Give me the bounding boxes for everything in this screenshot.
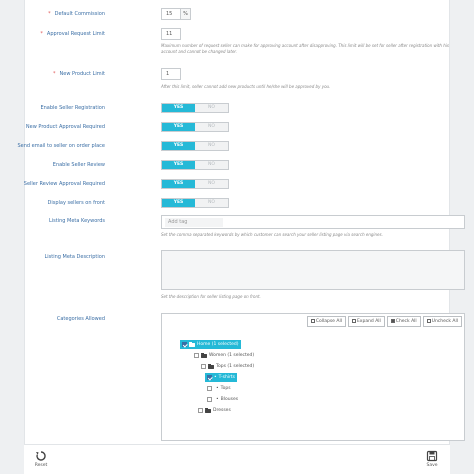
- checkbox-icon[interactable]: [198, 408, 203, 413]
- seller-review-approval-toggle[interactable]: YES NO: [161, 179, 229, 189]
- toggle-yes[interactable]: YES: [162, 123, 195, 131]
- reset-icon: [36, 451, 46, 461]
- collapse-all-button[interactable]: Collapse All: [306, 316, 346, 327]
- listing-meta-keywords-label: Listing Meta Keywords: [48, 218, 105, 224]
- new-product-approval-toggle[interactable]: YES NO: [161, 122, 229, 132]
- tree-node-women[interactable]: Women (1 selected): [194, 351, 254, 360]
- toggle-no[interactable]: NO: [195, 142, 228, 150]
- save-button[interactable]: Save: [421, 449, 443, 473]
- toggle-yes[interactable]: YES: [162, 199, 195, 207]
- send-email-label: Send email to seller on order place: [17, 143, 105, 149]
- listing-meta-description-textarea[interactable]: [161, 250, 465, 290]
- default-commission-input[interactable]: 15: [161, 8, 181, 20]
- folder-open-icon: [208, 363, 214, 369]
- checkbox-icon[interactable]: [207, 375, 212, 380]
- send-email-toggle[interactable]: YES NO: [161, 141, 229, 151]
- enable-seller-review-toggle[interactable]: YES NO: [161, 160, 229, 170]
- toggle-no[interactable]: NO: [195, 180, 228, 188]
- checkbox-empty-icon: [426, 318, 431, 323]
- add-tag-input[interactable]: Add tag: [165, 218, 223, 227]
- new-product-limit-input[interactable]: 1: [161, 68, 181, 80]
- percent-addon: %: [180, 8, 191, 20]
- seller-review-approval-label: Seller Review Approval Required: [23, 181, 105, 187]
- tree-node-tshirts[interactable]: • T-shirts: [205, 373, 238, 382]
- folder-open-icon: [201, 352, 207, 358]
- bullet-icon: •: [216, 397, 219, 402]
- listing-meta-description-label: Listing Meta Description: [44, 254, 105, 260]
- tree-node-blouses[interactable]: • Blouses: [207, 395, 238, 404]
- save-icon: [426, 450, 438, 462]
- check-all-button[interactable]: Check All: [386, 316, 421, 327]
- reset-button[interactable]: Reset: [30, 449, 52, 473]
- tree-node-home[interactable]: Home (1 selected): [180, 340, 241, 349]
- approval-request-limit-help: Maximum number of request seller can mak…: [161, 43, 449, 54]
- tree-node-dresses[interactable]: Dresses: [198, 406, 231, 415]
- settings-panel: * Default Commission 15 % * Approval Reque…: [17, 0, 465, 474]
- categories-allowed-label: Categories Allowed: [56, 316, 105, 322]
- toggle-no[interactable]: NO: [195, 104, 228, 112]
- toggle-yes[interactable]: YES: [162, 104, 195, 112]
- checkbox-icon[interactable]: [207, 397, 212, 402]
- toggle-no[interactable]: NO: [195, 123, 228, 131]
- expand-icon: [351, 318, 356, 323]
- listing-meta-description-help: Set the description for seller listing p…: [161, 294, 261, 299]
- uncheck-all-button[interactable]: Uncheck All: [422, 316, 462, 327]
- new-product-approval-label: New Product Approval Required: [25, 124, 105, 130]
- listing-meta-keywords-input[interactable]: Add tag: [161, 215, 465, 229]
- form-footer: Reset Save: [24, 444, 450, 474]
- toggle-no[interactable]: NO: [195, 161, 228, 169]
- checkbox-icon[interactable]: [207, 386, 212, 391]
- category-tree: Collapse All Expand All Check All Unchec…: [161, 313, 465, 441]
- display-sellers-label: Display sellers on front: [47, 200, 105, 206]
- folder-open-icon: [189, 341, 195, 347]
- toggle-yes[interactable]: YES: [162, 161, 195, 169]
- folder-icon: [205, 407, 211, 413]
- enable-seller-review-label: Enable Seller Review: [52, 162, 105, 168]
- toggle-yes[interactable]: YES: [162, 142, 195, 150]
- collapse-icon: [310, 318, 315, 323]
- enable-seller-registration-toggle[interactable]: YES NO: [161, 103, 229, 113]
- checkbox-icon[interactable]: [194, 353, 199, 358]
- approval-request-limit-label: * Approval Request Limit: [40, 31, 105, 37]
- expand-all-button[interactable]: Expand All: [347, 316, 385, 327]
- listing-meta-keywords-help: Set the comma separated keywords by whic…: [161, 232, 383, 237]
- tree-toolbar: Collapse All Expand All Check All Unchec…: [306, 316, 462, 327]
- default-commission-label: * Default Commission: [48, 11, 105, 17]
- display-sellers-toggle[interactable]: YES NO: [161, 198, 229, 208]
- enable-seller-registration-label: Enable Seller Registration: [40, 105, 105, 111]
- tree-node-tops[interactable]: Tops (1 selected): [201, 362, 254, 371]
- bullet-icon: •: [216, 386, 219, 391]
- checkbox-icon[interactable]: [182, 342, 187, 347]
- bullet-icon: •: [214, 375, 217, 380]
- tree-node-tops-leaf[interactable]: • Tops: [207, 384, 231, 393]
- checkbox-icon[interactable]: [201, 364, 206, 369]
- new-product-limit-label: * New Product Limit: [53, 71, 105, 77]
- checkbox-checked-icon: [390, 318, 395, 323]
- toggle-no[interactable]: NO: [195, 199, 228, 207]
- toggle-yes[interactable]: YES: [162, 180, 195, 188]
- approval-request-limit-input[interactable]: 11: [161, 28, 181, 40]
- new-product-limit-help: After this limit, seller cannot add new …: [161, 84, 331, 89]
